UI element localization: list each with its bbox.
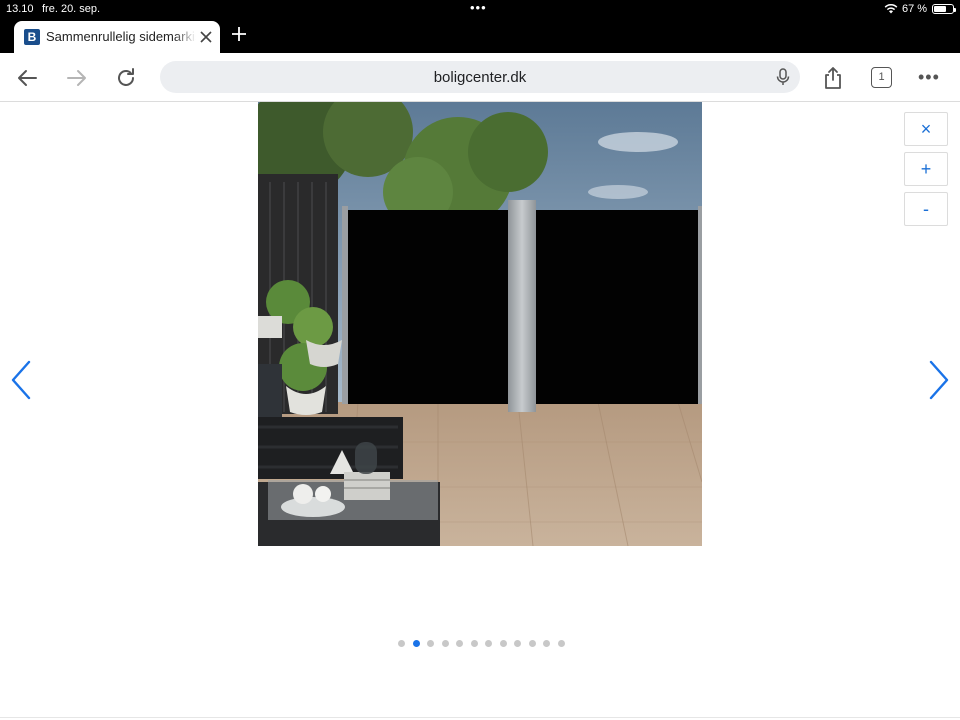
pagination-dot[interactable]: [514, 640, 521, 647]
chevron-right-icon[interactable]: [927, 360, 951, 400]
zoom-out-button[interactable]: -: [904, 192, 948, 226]
tab-switcher-button[interactable]: 1: [871, 67, 892, 88]
status-date: fre. 20. sep.: [42, 3, 101, 15]
url-text: boligcenter.dk: [433, 69, 527, 86]
pagination-dot[interactable]: [543, 640, 550, 647]
forward-arrow-icon[interactable]: [64, 65, 90, 91]
product-image[interactable]: [258, 102, 702, 546]
pagination-dot[interactable]: [441, 640, 449, 647]
tab-strip: B Sammenrullelig sidemarkise: [0, 18, 960, 53]
pagination-dot[interactable]: [412, 640, 420, 647]
reload-icon[interactable]: [113, 65, 139, 91]
browser-tab[interactable]: B Sammenrullelig sidemarkise: [14, 21, 220, 53]
wifi-icon: [884, 3, 898, 14]
pagination-dot[interactable]: [470, 640, 478, 647]
pagination-dot[interactable]: [485, 640, 492, 647]
site-favicon-icon: B: [24, 29, 40, 45]
tab-title: Sammenrullelig sidemarkise: [46, 29, 196, 44]
status-time: 13.10: [6, 3, 34, 15]
page-content: × + -: [0, 102, 960, 720]
close-gallery-button[interactable]: ×: [904, 112, 948, 146]
pagination-dot[interactable]: [427, 640, 434, 647]
browser-toolbar: boligcenter.dk 1 •••: [0, 53, 960, 102]
more-menu-button[interactable]: •••: [918, 67, 940, 88]
share-icon[interactable]: [820, 65, 846, 91]
pagination-dot[interactable]: [557, 640, 565, 647]
address-bar[interactable]: boligcenter.dk: [160, 61, 800, 93]
back-arrow-icon[interactable]: [14, 65, 40, 91]
zoom-in-button[interactable]: +: [904, 152, 948, 186]
battery-fill: [934, 6, 946, 12]
pagination-dot[interactable]: [398, 640, 405, 647]
pagination-dot[interactable]: [528, 640, 536, 647]
pagination-dot[interactable]: [456, 640, 463, 647]
microphone-icon[interactable]: [776, 68, 790, 86]
chevron-left-icon[interactable]: [9, 360, 33, 400]
battery-icon: [932, 4, 956, 14]
battery-percent: 67 %: [902, 3, 928, 15]
pagination-dot[interactable]: [499, 640, 507, 647]
close-tab-icon[interactable]: [198, 29, 214, 45]
new-tab-icon[interactable]: [230, 25, 248, 43]
multitask-dots[interactable]: •••: [470, 0, 487, 15]
status-bar: 13.10 fre. 20. sep. ••• 67 %: [0, 0, 960, 18]
bottom-edge: [0, 717, 960, 718]
